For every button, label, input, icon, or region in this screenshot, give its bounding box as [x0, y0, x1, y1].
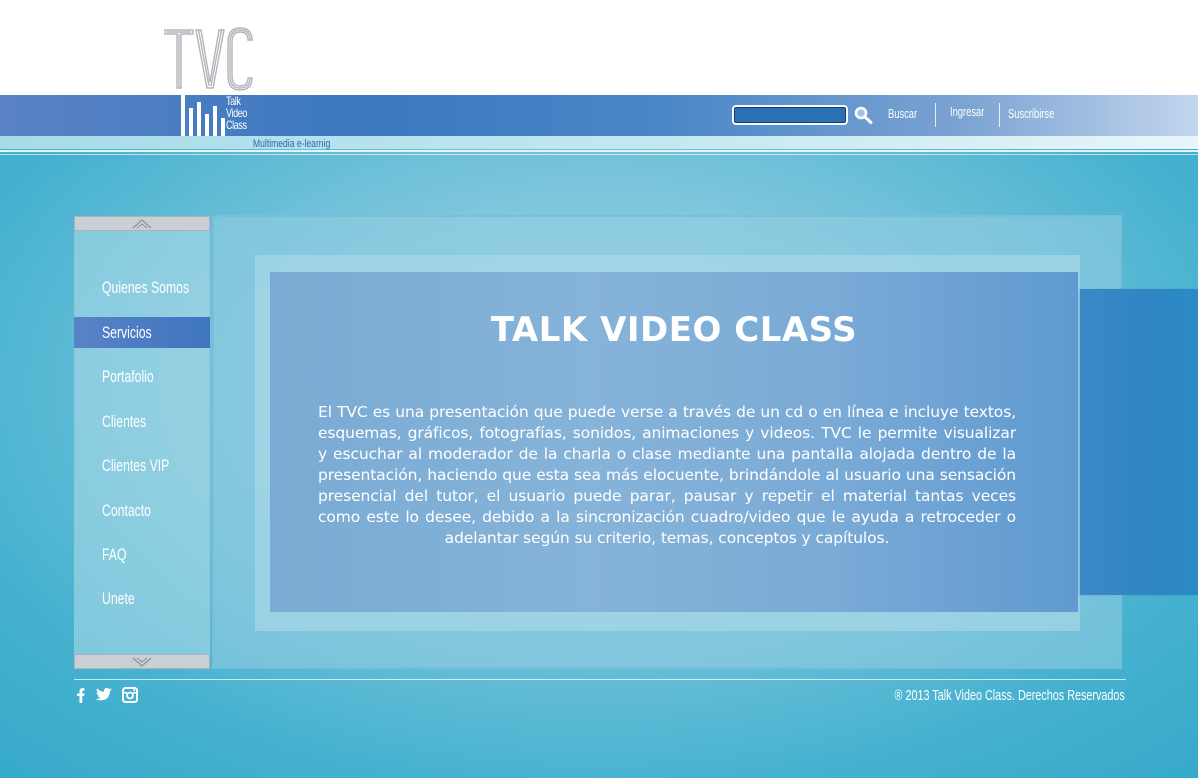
nav-divider: [935, 103, 936, 127]
logo-word-class: Class: [226, 118, 247, 132]
page-body-text: El TVC es una presentación que puede ver…: [318, 403, 1016, 547]
sidebar-item-faq[interactable]: FAQ: [74, 539, 210, 570]
search-input[interactable]: [734, 109, 846, 125]
sidebar-item-label: FAQ: [102, 545, 127, 564]
sidebar-item-portafolio[interactable]: Portafolio: [74, 361, 210, 392]
search-field[interactable]: [732, 105, 848, 125]
instagram-icon[interactable]: [121, 686, 139, 704]
facebook-icon[interactable]: [72, 686, 90, 704]
sidebar-item-label: Servicios: [102, 323, 152, 342]
sidebar-item-label: Clientes VIP: [102, 456, 170, 475]
search-icon[interactable]: [853, 105, 875, 125]
logo-bars-icon: [178, 95, 226, 136]
sidebar-item-label: Contacto: [102, 501, 151, 520]
subscribe-link[interactable]: Suscribirse: [1008, 106, 1054, 121]
sidebar-item-label: Portafolio: [102, 367, 154, 386]
scroll-down-button[interactable]: [74, 654, 210, 669]
logo-tagline: Multimedia e-learnig: [253, 138, 331, 150]
search-button[interactable]: Buscar: [888, 106, 917, 121]
login-link[interactable]: Ingresar: [950, 104, 984, 119]
sidebar-item-servicios[interactable]: Servicios: [74, 317, 210, 348]
side-tab: [1080, 289, 1198, 595]
header-stripe-line-thin: [0, 154, 1198, 155]
sidebar-item-unete[interactable]: Unete: [74, 583, 210, 614]
nav-divider: [999, 103, 1000, 127]
chevron-up-icon: [132, 219, 152, 229]
twitter-icon[interactable]: [93, 686, 113, 704]
sidebar-item-label: Clientes: [102, 412, 147, 431]
copyright-text: ® 2013 Talk Video Class. Derechos Reserv…: [894, 687, 1125, 704]
sidebar-item-label: Unete: [102, 589, 135, 608]
sidebar-item-clientes-vip[interactable]: Clientes VIP: [74, 450, 210, 481]
sidebar-item-clientes[interactable]: Clientes: [74, 406, 210, 437]
page-title: TALK VIDEO CLASS: [490, 310, 858, 350]
sidebar-item-contacto[interactable]: Contacto: [74, 495, 210, 526]
sidebar-item-quienes-somos[interactable]: Quienes Somos: [74, 272, 210, 303]
footer-divider: [74, 679, 1126, 680]
chevron-down-icon: [132, 657, 152, 667]
sidebar-item-label: Quienes Somos: [102, 278, 190, 297]
scroll-up-button[interactable]: [74, 216, 210, 231]
